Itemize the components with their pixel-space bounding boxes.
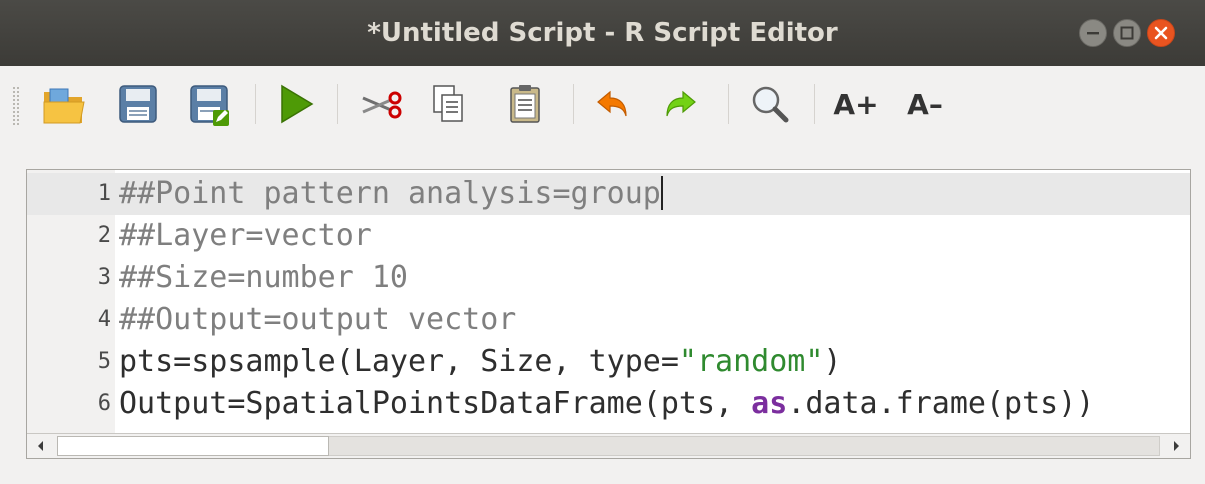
save-as-icon [190,85,229,126]
code-token-comment: ##Layer=vector [119,218,372,253]
code-token-default: Output=SpatialPointsDataFrame(pts, [119,386,752,421]
close-icon [1154,26,1168,40]
toolbar-separator [255,84,256,124]
code-editor[interactable]: 1 ##Point pattern analysis=group 2 ##Layer=… [26,169,1191,459]
title-bar[interactable]: *Untitled Script - R Script Editor [0,0,1205,66]
redo-icon [666,90,696,117]
code-token-default: .data.frame(pts)) [787,386,1095,421]
toolbar-separator [337,84,338,124]
run-play-icon [281,84,314,124]
save-script-button[interactable] [112,78,164,130]
folder-open-icon [43,88,85,124]
code-token-default: ) [823,344,842,379]
line-number: 3 [97,265,111,290]
code-token-comment: ##Size=number 10 [119,260,408,295]
code-line[interactable]: 4 ##Output=output vector [27,299,1190,341]
code-text[interactable]: pts=spsample(Layer, Size, type="random") [119,341,841,383]
minimize-icon [1087,32,1099,35]
undo-button[interactable] [588,78,640,130]
code-text[interactable]: ##Layer=vector [119,215,372,257]
code-token-comment: ##Point pattern analysis=group [119,176,661,211]
minimize-button[interactable] [1079,19,1107,47]
toolbar-separator [573,84,574,124]
increase-font-label: A+ [833,87,879,121]
copy-icon [433,85,463,122]
code-line[interactable]: 1 ##Point pattern analysis=group [27,173,1190,215]
save-icon [119,85,157,123]
code-text[interactable]: ##Output=output vector [119,299,516,341]
paste-button[interactable] [499,78,551,130]
redo-button[interactable] [653,78,705,130]
decrease-font-button[interactable]: A– [897,78,953,130]
close-button[interactable] [1147,19,1175,47]
open-script-button[interactable] [38,78,90,130]
maximize-button[interactable] [1113,19,1141,47]
toolbar-separator [728,84,729,124]
code-token-default: pts=spsample(Layer, Size, type= [119,344,679,379]
toolbar-grip[interactable] [12,86,20,126]
line-number: 1 [97,181,111,206]
code-token-keyword: as [751,386,788,421]
increase-font-button[interactable]: A+ [828,78,884,130]
search-icon [752,86,789,123]
arrow-right-icon [1174,441,1179,451]
line-number: 6 [97,391,111,416]
find-replace-button[interactable] [744,78,796,130]
code-line[interactable]: 5 pts=spsample(Layer, Size, type="random"… [27,341,1190,383]
code-line[interactable]: 3 ##Size=number 10 [27,257,1190,299]
code-text[interactable]: ##Size=number 10 [119,257,408,299]
arrow-left-icon [38,441,43,451]
paste-icon [510,85,540,123]
run-script-button[interactable] [270,78,322,130]
window-title: *Untitled Script - R Script Editor [367,18,838,48]
scrollbar-thumb[interactable] [57,436,329,456]
scissors-icon [362,91,402,119]
scroll-left-button[interactable] [27,434,55,458]
cut-button[interactable] [355,78,407,130]
code-token-comment: ##Output=output vector [119,302,517,337]
line-number: 2 [97,223,111,248]
code-line[interactable]: 6 Output=SpatialPointsDataFrame(pts, as.d… [27,383,1190,425]
maximize-icon [1120,26,1134,40]
code-text[interactable]: Output=SpatialPointsDataFrame(pts, as.da… [119,383,1094,425]
code-text[interactable]: ##Point pattern analysis=group [119,173,663,215]
toolbar-separator [814,84,815,124]
line-number: 4 [97,307,111,332]
line-number: 5 [97,349,111,374]
save-script-as-button[interactable] [183,78,235,130]
decrease-font-label: A– [907,87,943,121]
horizontal-scrollbar[interactable] [27,433,1190,458]
toolbar: A+ A– [0,66,1205,146]
undo-icon [597,90,627,117]
scroll-right-button[interactable] [1162,434,1190,458]
text-cursor [660,176,663,210]
copy-button[interactable] [422,78,474,130]
code-line[interactable]: 2 ##Layer=vector [27,215,1190,257]
code-token-string: "random" [678,344,824,379]
